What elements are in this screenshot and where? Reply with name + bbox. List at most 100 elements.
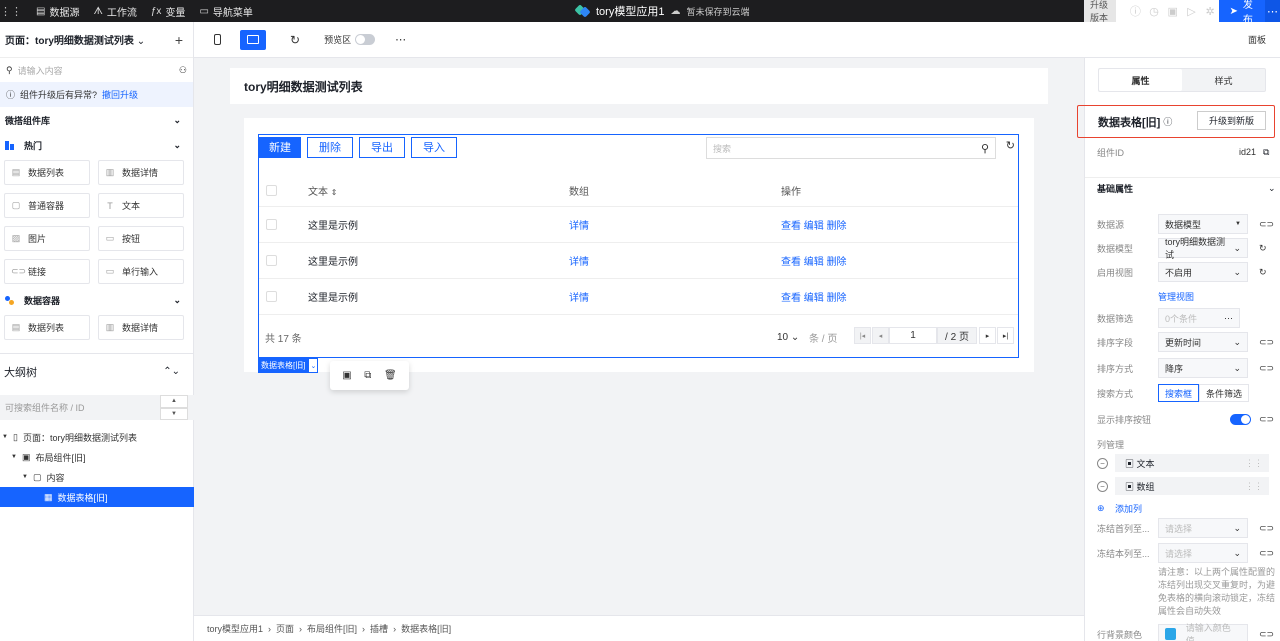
- component-input[interactable]: ▭ 单行输入: [98, 259, 184, 284]
- breadcrumb-item[interactable]: tory模型应用1: [207, 622, 263, 635]
- breadcrumb-item[interactable]: 页面: [276, 622, 294, 635]
- edit-link[interactable]: 编辑: [804, 257, 824, 268]
- new-button[interactable]: 新建: [259, 136, 301, 158]
- page-number-input[interactable]: 1: [889, 327, 937, 344]
- refresh-icon[interactable]: ↻: [1259, 267, 1267, 278]
- column-box[interactable]: ▣ 数组 ⋮⋮: [1115, 477, 1269, 495]
- nav-datasource[interactable]: ▤ 数据源: [36, 4, 79, 19]
- tree-node-page[interactable]: ▼ ▯ 页面：tory明细数据测试列表: [0, 427, 194, 447]
- revert-upgrade-link[interactable]: 撤回升级: [102, 88, 138, 101]
- table-search-input[interactable]: 搜索 ⚲: [706, 137, 996, 159]
- last-page-icon[interactable]: ▸|: [997, 327, 1014, 344]
- more-options-icon[interactable]: ⋯: [395, 33, 406, 46]
- model-select[interactable]: tory明细数据测试 ⌄: [1158, 237, 1248, 260]
- component-link[interactable]: ⊂⊃ 链接: [4, 259, 90, 284]
- add-column-link[interactable]: 添加列: [1115, 502, 1142, 515]
- first-page-icon[interactable]: |◂: [854, 327, 871, 344]
- view-link[interactable]: 查看: [781, 257, 801, 268]
- component-search[interactable]: ⚲ 请输入内容 ⚇: [0, 58, 193, 82]
- basic-section-header[interactable]: 基础属性 ⌄: [1085, 177, 1280, 199]
- data-table[interactable]: 新建 删除 导出 导入 搜索 ⚲ ↻ 文本 ⇕ 数组 操作 这里是示例 详情 查…: [258, 134, 1019, 358]
- row-checkbox[interactable]: [266, 291, 277, 302]
- next-page-icon[interactable]: ▸: [979, 327, 996, 344]
- show-sort-switch[interactable]: [1230, 413, 1251, 425]
- app-menu-icon[interactable]: ⋮⋮: [0, 0, 22, 22]
- bind-icon[interactable]: ⊂⊃: [1259, 523, 1274, 534]
- row-checkbox[interactable]: [266, 219, 277, 230]
- cell-detail-link[interactable]: 详情: [569, 217, 589, 232]
- preview-play-icon[interactable]: ▷: [1182, 5, 1201, 18]
- view-link[interactable]: 查看: [781, 221, 801, 232]
- edit-link[interactable]: 编辑: [804, 293, 824, 304]
- column-box[interactable]: ▣ 文本 ⋮⋮: [1115, 454, 1269, 472]
- delete-link[interactable]: 删除: [827, 221, 847, 232]
- caret-down-icon[interactable]: ▼: [22, 474, 28, 480]
- expand-collapse-icon[interactable]: ⌃⌄: [163, 366, 180, 377]
- history-icon[interactable]: ◷: [1145, 5, 1164, 18]
- search-box-option[interactable]: 搜索框: [1158, 384, 1200, 402]
- library-header[interactable]: 微搭组件库 ⌄: [0, 107, 193, 133]
- nav-menu[interactable]: ▭ 导航菜单: [199, 4, 252, 19]
- remove-column-icon[interactable]: −: [1097, 457, 1108, 469]
- sort-field-select[interactable]: 更新时间 ⌄: [1158, 332, 1248, 352]
- manage-view-link[interactable]: 管理视图: [1158, 290, 1194, 303]
- component-data-detail[interactable]: ▥ 数据详情: [98, 160, 184, 185]
- prev-page-icon[interactable]: ◂: [872, 327, 889, 344]
- bind-icon[interactable]: ⊂⊃: [1259, 548, 1274, 559]
- bind-icon[interactable]: ⊂⊃: [1259, 219, 1274, 230]
- component-image[interactable]: ▨ 图片: [4, 226, 90, 251]
- component-manage-icon[interactable]: ⚇: [179, 65, 187, 76]
- tree-node-content[interactable]: ▼ ▢ 内容: [0, 467, 194, 487]
- outline-search-input[interactable]: 可搜索组件名称 / ID ▲ ▼: [0, 395, 194, 420]
- panel-toggle[interactable]: 面板: [1084, 22, 1280, 58]
- tab-properties[interactable]: 属性: [1099, 69, 1182, 91]
- sort-order-select[interactable]: 降序 ⌄: [1158, 358, 1248, 378]
- header-text[interactable]: 文本 ⇕: [308, 183, 337, 198]
- datasource-select[interactable]: 数据模型 ▼: [1158, 214, 1248, 234]
- bind-icon[interactable]: ⊂⊃: [1259, 414, 1274, 425]
- delete-link[interactable]: 删除: [827, 293, 847, 304]
- freeze-first-select[interactable]: 请选择 ⌄: [1158, 518, 1248, 538]
- preview-toggle[interactable]: 预览区: [324, 33, 376, 46]
- edit-link[interactable]: 编辑: [804, 221, 824, 232]
- refresh-icon[interactable]: ↻: [290, 33, 300, 47]
- caret-down-icon[interactable]: ▼: [2, 434, 8, 440]
- bind-icon[interactable]: ⊂⊃: [1259, 337, 1274, 348]
- preview-switch[interactable]: [355, 34, 376, 45]
- component-container[interactable]: ▢ 普通容器: [4, 193, 90, 218]
- view-select[interactable]: 不启用 ⌄: [1158, 262, 1248, 282]
- group-data-container-header[interactable]: 数据容器 ⌄: [0, 288, 193, 312]
- delete-button[interactable]: 删除: [307, 136, 353, 158]
- remove-column-icon[interactable]: −: [1097, 480, 1108, 492]
- drag-handle-icon[interactable]: ⋮⋮: [1245, 481, 1263, 492]
- search-icon[interactable]: ⚲: [981, 142, 989, 155]
- nav-workflow[interactable]: ᗑ 工作流: [93, 4, 136, 19]
- component-search-input[interactable]: 请输入内容: [18, 64, 174, 77]
- group-hot-header[interactable]: 热门 ⌄: [0, 133, 193, 157]
- chevron-down-icon[interactable]: ⌄: [308, 358, 319, 373]
- caret-down-icon[interactable]: ▼: [11, 454, 17, 460]
- more-icon[interactable]: ⋯: [1264, 0, 1280, 22]
- bind-icon[interactable]: ⊂⊃: [1259, 629, 1274, 640]
- trash-icon[interactable]: 🗑: [384, 370, 397, 381]
- save-icon[interactable]: ▣: [1163, 5, 1182, 18]
- breadcrumb-item[interactable]: 布局组件[旧]: [307, 622, 357, 635]
- publish-button[interactable]: ➤ 发布: [1219, 0, 1265, 26]
- refresh-icon[interactable]: ↻: [1006, 139, 1015, 152]
- tab-style[interactable]: 样式: [1182, 69, 1265, 91]
- row-bg-input[interactable]: 请输入颜色值...: [1158, 623, 1248, 641]
- chevron-up-icon[interactable]: ▲: [160, 395, 188, 408]
- select-all-checkbox[interactable]: [266, 185, 277, 196]
- help-icon[interactable]: ⓘ: [1126, 3, 1145, 19]
- color-swatch-icon[interactable]: [1165, 628, 1176, 640]
- component-data-detail[interactable]: ▥ 数据详情: [98, 315, 184, 340]
- condition-filter-option[interactable]: 条件筛选: [1199, 384, 1250, 402]
- add-column-row[interactable]: ⊕ 添加列: [1085, 497, 1280, 519]
- info-icon[interactable]: ⓘ: [1163, 115, 1172, 128]
- breadcrumb-item[interactable]: 插槽: [370, 622, 388, 635]
- selected-component-tag[interactable]: 数据表格[旧] ⌄: [258, 358, 319, 373]
- filter-select[interactable]: 0个条件 ⋯: [1158, 308, 1240, 328]
- outline-stepper[interactable]: ▲ ▼: [160, 395, 188, 420]
- cell-detail-link[interactable]: 详情: [569, 253, 589, 268]
- component-button[interactable]: ▭ 按钮: [98, 226, 184, 251]
